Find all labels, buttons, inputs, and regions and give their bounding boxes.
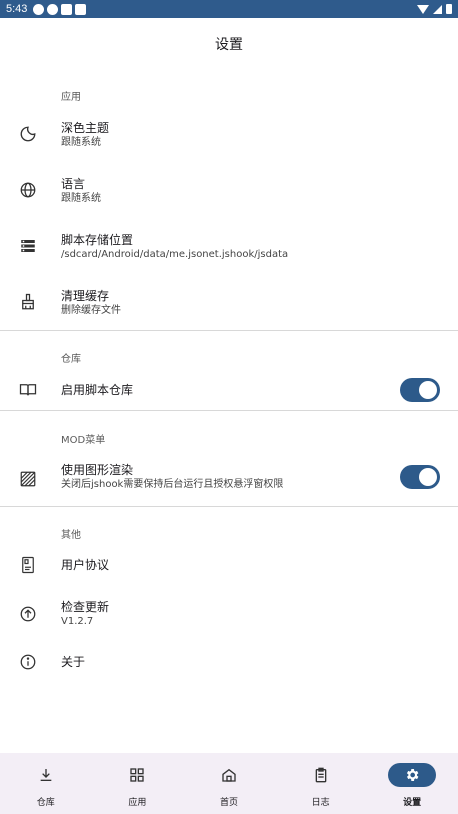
nav-label: 设置 bbox=[403, 798, 422, 808]
info-icon bbox=[18, 652, 38, 672]
nav-label: 应用 bbox=[128, 798, 147, 808]
nav-item-repo[interactable]: 仓库 bbox=[0, 753, 92, 814]
setting-about[interactable]: 关于 bbox=[0, 645, 458, 681]
moon-icon bbox=[18, 124, 38, 144]
section-header-repo: 仓库 bbox=[61, 354, 81, 365]
broom-icon bbox=[18, 292, 38, 312]
setting-language[interactable]: 语言 跟随系统 bbox=[0, 170, 458, 214]
setting-title: 深色主题 bbox=[61, 121, 110, 135]
apps-grid-icon bbox=[113, 763, 161, 787]
setting-subtitle: /sdcard/Android/data/me.jsonet.jshook/js… bbox=[61, 249, 289, 260]
section-header-other: 其他 bbox=[61, 530, 81, 541]
nav-item-apps[interactable]: 应用 bbox=[92, 753, 184, 814]
setting-title: 关于 bbox=[61, 655, 86, 669]
gear-icon bbox=[388, 763, 437, 787]
battery-icon bbox=[446, 4, 452, 14]
toggle-knob bbox=[419, 381, 437, 399]
nav-label: 仓库 bbox=[36, 798, 55, 808]
setting-title: 检查更新 bbox=[61, 600, 110, 614]
upload-icon bbox=[18, 604, 38, 624]
setting-title: 使用图形渲染 bbox=[61, 463, 134, 477]
setting-script-storage[interactable]: 脚本存储位置 /sdcard/Android/data/me.jsonet.js… bbox=[0, 226, 458, 270]
setting-subtitle: 跟随系统 bbox=[61, 137, 101, 148]
setting-dark-theme[interactable]: 深色主题 跟随系统 bbox=[0, 114, 458, 158]
android-icon bbox=[61, 3, 73, 15]
setting-title: 清理缓存 bbox=[61, 289, 110, 303]
setting-title: 用户协议 bbox=[61, 558, 110, 572]
setting-user-agreement[interactable]: 用户协议 bbox=[0, 548, 458, 584]
section-divider bbox=[0, 410, 458, 411]
setting-title: 语言 bbox=[61, 177, 86, 191]
globe-icon bbox=[18, 180, 38, 200]
toggle-knob bbox=[419, 468, 437, 486]
book-icon bbox=[18, 380, 38, 400]
section-header-app: 应用 bbox=[61, 92, 81, 103]
setting-check-update[interactable]: 检查更新 V1.2.7 bbox=[0, 594, 458, 638]
section-divider bbox=[0, 506, 458, 507]
graphic-render-toggle[interactable] bbox=[400, 465, 440, 489]
nav-label: 首页 bbox=[219, 798, 238, 808]
telegram-icon bbox=[33, 3, 45, 15]
nav-item-home[interactable]: 首页 bbox=[183, 753, 275, 814]
setting-clear-cache[interactable]: 清理缓存 删除缓存文件 bbox=[0, 282, 458, 326]
setting-enable-script-repo[interactable]: 启用脚本仓库 bbox=[0, 372, 458, 408]
document-icon bbox=[18, 555, 38, 575]
section-divider bbox=[0, 330, 458, 331]
setting-graphic-render[interactable]: 使用图形渲染 关闭后jshook需要保持后台运行且授权悬浮窗权限 bbox=[0, 457, 458, 501]
storage-icon bbox=[18, 236, 38, 256]
bottom-navigation: 仓库 应用 首页 日志 设置 bbox=[0, 753, 458, 814]
texture-icon bbox=[18, 469, 38, 489]
status-bar: 5:43 bbox=[0, 0, 458, 18]
setting-title: 启用脚本仓库 bbox=[61, 383, 134, 397]
wifi-icon bbox=[417, 4, 429, 14]
setting-subtitle: 跟随系统 bbox=[61, 193, 101, 204]
signal-icon bbox=[433, 4, 442, 14]
nav-label: 日志 bbox=[311, 798, 330, 808]
status-time: 5:43 bbox=[6, 3, 28, 15]
setting-subtitle: 关闭后jshook需要保持后台运行且授权悬浮窗权限 bbox=[61, 479, 284, 490]
setting-title: 脚本存储位置 bbox=[61, 233, 134, 247]
script-repo-toggle[interactable] bbox=[400, 378, 440, 402]
section-header-mod: MOD菜单 bbox=[61, 435, 106, 446]
page-title: 设置 bbox=[215, 37, 243, 53]
setting-subtitle: V1.2.7 bbox=[61, 616, 94, 627]
download-icon bbox=[22, 763, 70, 787]
app-notification-icon bbox=[75, 3, 87, 15]
nav-item-settings[interactable]: 设置 bbox=[366, 753, 458, 814]
telegram-icon-2 bbox=[47, 3, 59, 15]
setting-subtitle: 删除缓存文件 bbox=[61, 305, 121, 316]
home-icon bbox=[205, 763, 253, 787]
nav-item-log[interactable]: 日志 bbox=[275, 753, 367, 814]
clipboard-icon bbox=[297, 763, 345, 787]
